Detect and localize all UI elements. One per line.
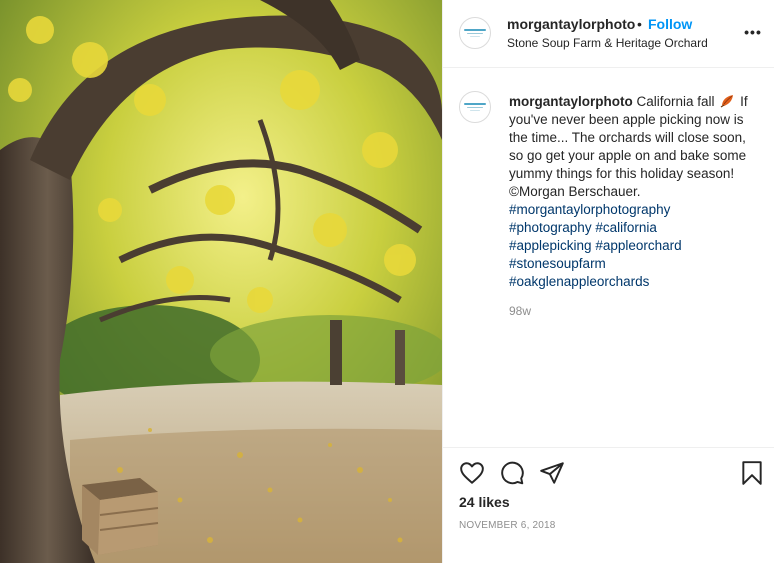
hashtag-link[interactable]: #applepicking #appleorchard <box>509 237 763 255</box>
separator-dot: • <box>637 16 642 32</box>
bookmark-icon[interactable] <box>739 460 765 486</box>
caption-username[interactable]: morgantaylorphoto <box>509 94 633 109</box>
profile-logo-icon <box>464 28 486 38</box>
hashtag-link[interactable]: #oakglenappleorchards <box>509 273 763 291</box>
profile-logo-icon <box>464 102 486 112</box>
hashtag-link[interactable]: #photography #california <box>509 219 763 237</box>
post-date: NOVEMBER 6, 2018 <box>459 520 556 531</box>
header-username[interactable]: morgantaylorphoto <box>507 16 635 32</box>
hashtag-link[interactable]: #stonesoupfarm <box>509 255 763 273</box>
caption-text: morgantaylorphoto California fall If you… <box>509 93 763 291</box>
post-actions: 24 likes NOVEMBER 6, 2018 <box>443 447 774 563</box>
more-horizontal-icon[interactable]: ••• <box>743 22 763 42</box>
caption-section: morgantaylorphoto California fall If you… <box>443 69 774 447</box>
follow-button[interactable]: Follow <box>648 16 692 32</box>
likes-count[interactable]: 24 likes <box>459 494 510 510</box>
location-link[interactable]: Stone Soup Farm & Heritage Orchard <box>507 36 708 50</box>
hashtag-link[interactable]: #morgantaylorphotography <box>509 201 763 219</box>
caption-time-ago[interactable]: 98w <box>509 304 531 318</box>
caption-title: California fall <box>636 94 715 109</box>
autumn-leaf-icon <box>720 95 734 108</box>
post-photo[interactable] <box>0 0 442 563</box>
caption-avatar[interactable] <box>459 91 491 123</box>
post-header: morgantaylorphoto • Follow Stone Soup Fa… <box>443 0 774 68</box>
post-side-panel: morgantaylorphoto • Follow Stone Soup Fa… <box>442 0 774 563</box>
heart-icon[interactable] <box>459 460 485 486</box>
caption-body: If you've never been apple picking now i… <box>509 94 748 199</box>
orchard-photo <box>0 0 442 563</box>
comment-icon[interactable] <box>499 460 525 486</box>
avatar[interactable] <box>459 17 491 49</box>
paper-plane-icon[interactable] <box>539 460 565 486</box>
